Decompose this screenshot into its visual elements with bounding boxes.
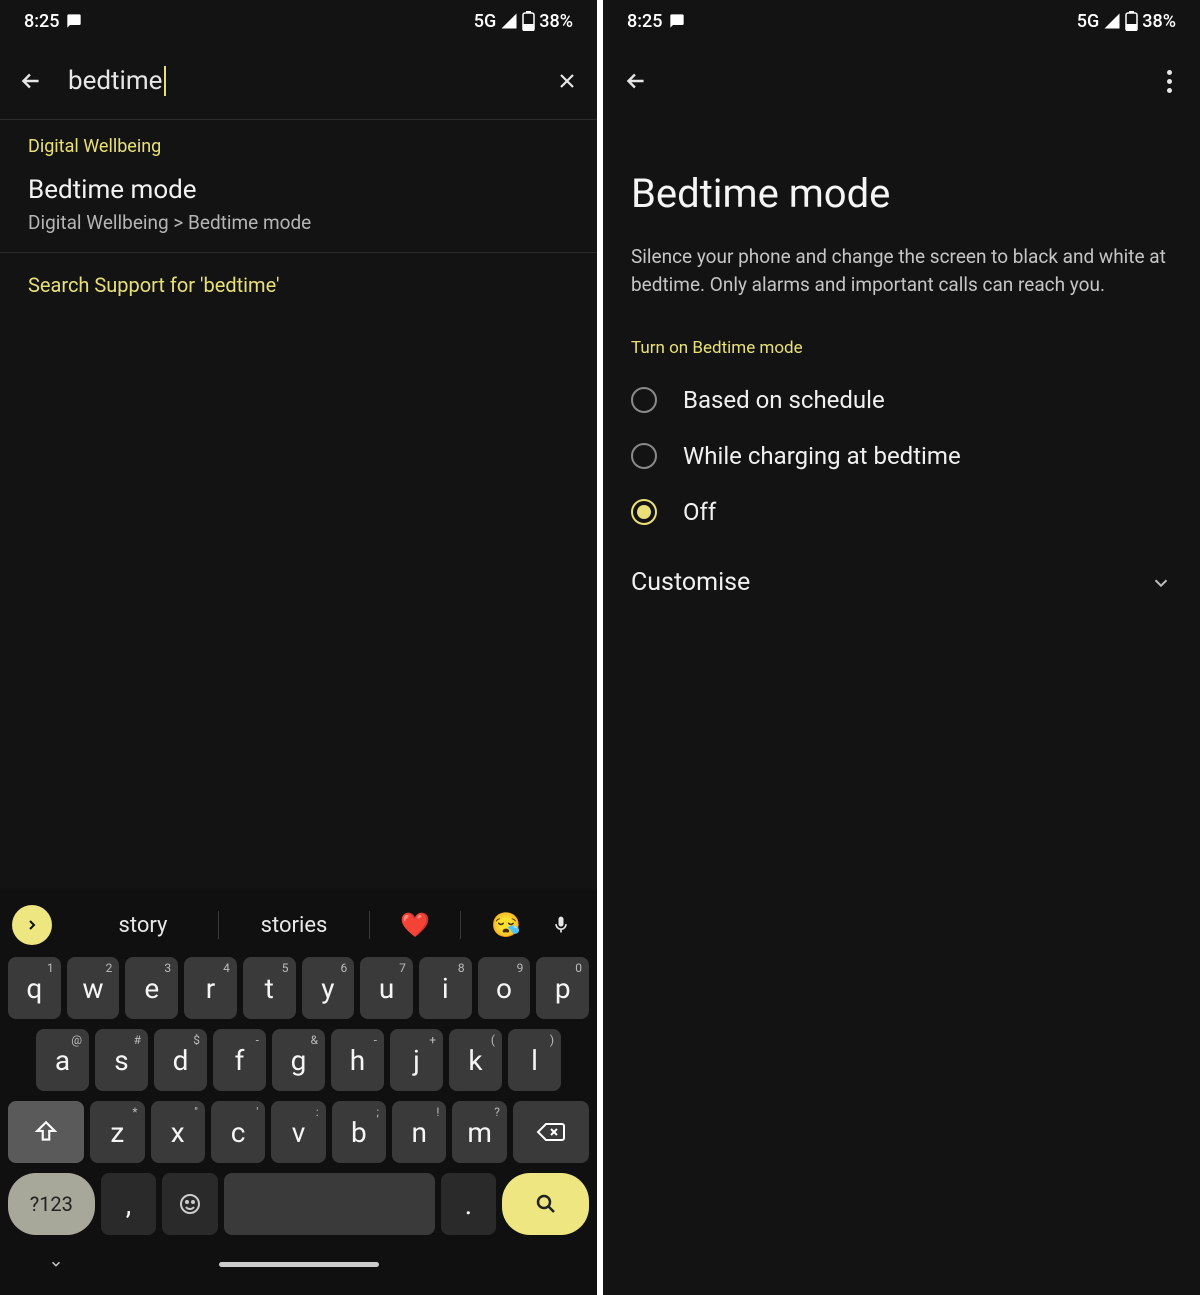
more-options-icon[interactable] [1159, 62, 1180, 101]
key-g[interactable]: g& [272, 1029, 325, 1091]
key-w[interactable]: w2 [67, 957, 120, 1019]
page-description: Silence your phone and change the screen… [603, 243, 1200, 332]
key-q[interactable]: q1 [8, 957, 61, 1019]
battery-percent: 38% [539, 11, 573, 32]
notification-icon [65, 12, 83, 30]
phone-left-search: 8:25 5G 38% bedtime Digital [0, 0, 597, 1295]
page-title: Bedtime mode [603, 120, 1200, 243]
key-f[interactable]: f- [213, 1029, 266, 1091]
page-header [603, 42, 1200, 120]
key-p[interactable]: p0 [536, 957, 589, 1019]
key-y[interactable]: y6 [302, 957, 355, 1019]
network-label: 5G [474, 11, 497, 32]
expand-suggestions-icon[interactable] [12, 905, 52, 945]
key-r[interactable]: r4 [184, 957, 237, 1019]
emoji-key[interactable] [162, 1173, 218, 1235]
key-n[interactable]: n! [392, 1101, 446, 1163]
search-input[interactable]: bedtime [68, 66, 531, 96]
radio-icon [631, 387, 657, 413]
space-key[interactable] [224, 1173, 435, 1235]
keyboard: story stories ❤️ 😪 q1w2e3r4t5y6u7i8o9p0 … [0, 889, 597, 1295]
result-breadcrumb: Digital Wellbeing > Bedtime mode [28, 211, 569, 234]
nav-pill[interactable] [219, 1262, 379, 1267]
status-time: 8:25 [24, 11, 59, 32]
result-title: Bedtime mode [28, 175, 569, 205]
back-arrow-icon[interactable] [623, 68, 649, 94]
key-row-1: q1w2e3r4t5y6u7i8o9p0 [6, 957, 591, 1019]
battery-percent: 38% [1142, 11, 1176, 32]
customise-label: Customise [631, 568, 750, 597]
key-h[interactable]: h- [331, 1029, 384, 1091]
phone-right-bedtime: 8:25 5G 38% Bedtime mode Silence your ph… [603, 0, 1200, 1295]
signal-icon [500, 12, 518, 30]
comma-key[interactable]: , [101, 1173, 157, 1235]
radio-label: While charging at bedtime [683, 442, 961, 470]
suggestion-row: story stories ❤️ 😪 [6, 899, 591, 957]
mic-icon[interactable] [551, 913, 585, 937]
key-c[interactable]: c' [211, 1101, 265, 1163]
radio-option-1[interactable]: While charging at bedtime [603, 428, 1200, 484]
key-s[interactable]: s# [95, 1029, 148, 1091]
search-header: bedtime [0, 42, 597, 120]
search-value: bedtime [68, 66, 162, 96]
key-d[interactable]: d$ [154, 1029, 207, 1091]
radio-option-0[interactable]: Based on schedule [603, 372, 1200, 428]
search-support-link[interactable]: Search Support for 'bedtime' [0, 253, 597, 317]
suggestion-emoji-sleepy[interactable]: 😪 [461, 911, 551, 939]
customise-expander[interactable]: Customise [603, 540, 1200, 625]
nav-bar [6, 1235, 591, 1271]
search-result-item[interactable]: Bedtime mode Digital Wellbeing > Bedtime… [0, 161, 597, 253]
keyboard-collapse-icon[interactable] [46, 1257, 66, 1271]
key-t[interactable]: t5 [243, 957, 296, 1019]
chevron-down-icon [1150, 572, 1172, 594]
radio-label: Off [683, 498, 716, 526]
radio-option-2[interactable]: Off [603, 484, 1200, 540]
battery-icon [1125, 11, 1138, 31]
key-i[interactable]: i8 [419, 957, 472, 1019]
suggestion-1[interactable]: story [68, 907, 218, 944]
battery-icon [522, 11, 535, 31]
back-arrow-icon[interactable] [18, 68, 44, 94]
key-u[interactable]: u7 [360, 957, 413, 1019]
key-o[interactable]: o9 [478, 957, 531, 1019]
shift-key[interactable] [8, 1101, 84, 1163]
section-label: Turn on Bedtime mode [603, 332, 1200, 372]
numswitch-key[interactable]: ?123 [8, 1173, 95, 1235]
key-j[interactable]: j+ [390, 1029, 443, 1091]
radio-label: Based on schedule [683, 386, 885, 414]
status-bar: 8:25 5G 38% [603, 0, 1200, 42]
key-a[interactable]: a@ [36, 1029, 89, 1091]
key-b[interactable]: b; [332, 1101, 386, 1163]
key-m[interactable]: m? [452, 1101, 506, 1163]
status-bar: 8:25 5G 38% [0, 0, 597, 42]
key-row-3: z*x"c'v:b;n!m? [6, 1101, 591, 1163]
radio-icon [631, 499, 657, 525]
network-label: 5G [1077, 11, 1100, 32]
suggestion-2[interactable]: stories [219, 907, 369, 944]
search-section-label: Digital Wellbeing [0, 120, 597, 161]
key-z[interactable]: z* [90, 1101, 144, 1163]
key-row-2: a@s#d$f-g&h-j+k(l) [6, 1029, 591, 1091]
notification-icon [668, 12, 686, 30]
key-row-bottom: ?123 , . [6, 1173, 591, 1235]
key-l[interactable]: l) [508, 1029, 561, 1091]
period-key[interactable]: . [441, 1173, 497, 1235]
clear-search-icon[interactable] [555, 69, 579, 93]
search-key[interactable] [502, 1173, 589, 1235]
status-time: 8:25 [627, 11, 662, 32]
backspace-key[interactable] [513, 1101, 589, 1163]
key-x[interactable]: x" [151, 1101, 205, 1163]
key-k[interactable]: k( [449, 1029, 502, 1091]
signal-icon [1103, 12, 1121, 30]
key-v[interactable]: v: [271, 1101, 325, 1163]
key-e[interactable]: e3 [125, 957, 178, 1019]
text-cursor [164, 66, 166, 96]
suggestion-emoji-heart[interactable]: ❤️ [370, 911, 460, 939]
radio-icon [631, 443, 657, 469]
